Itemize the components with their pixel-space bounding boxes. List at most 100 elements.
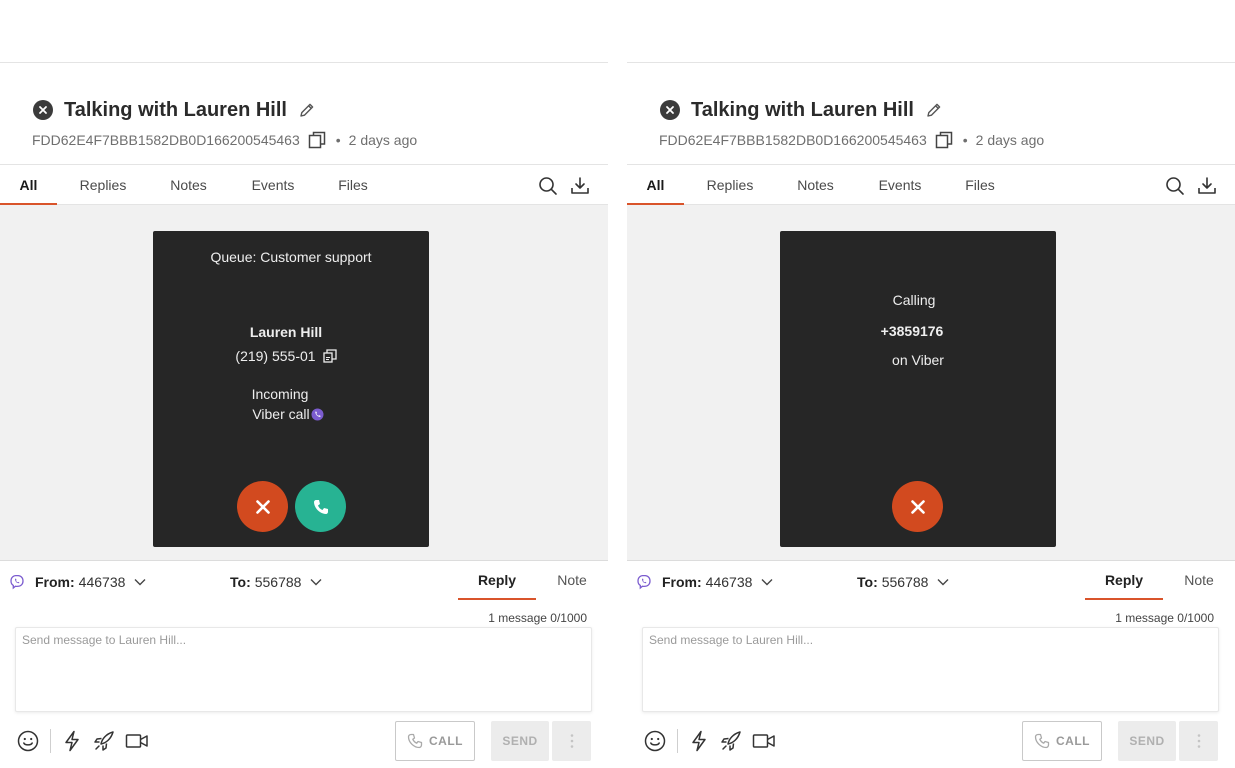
chevron-down-icon [937,578,949,586]
tab-events[interactable]: Events [870,165,930,205]
note-tab[interactable]: Note [1167,561,1231,600]
copy-icon[interactable] [935,131,953,149]
download-icon[interactable] [1197,176,1217,196]
video-icon[interactable] [751,730,777,752]
chevron-down-icon [761,578,773,586]
phone-icon [313,499,328,514]
more-options-button[interactable] [1179,721,1218,761]
search-icon[interactable] [1165,176,1185,196]
more-vertical-icon [1197,734,1200,748]
more-options-button[interactable] [552,721,591,761]
conversation-tabs: All Replies Notes Events Files [627,164,1235,205]
to-value: 556788 [881,574,929,590]
accept-call-button[interactable] [295,481,346,532]
top-bar [0,0,608,63]
pencil-icon[interactable] [298,101,316,119]
caller-phone-row: (219) 555-01 [148,348,424,364]
call-button-label: CALL [429,734,463,748]
decline-call-button[interactable] [237,481,288,532]
meta-separator: • [335,132,341,148]
caller-name: Lauren Hill [249,324,323,340]
from-label: From: [662,574,702,590]
time-ago: 2 days ago [348,132,418,148]
tab-all[interactable]: All [0,165,57,205]
send-button[interactable]: SEND [491,721,549,761]
conversation-header: Talking with Lauren Hill [33,98,316,122]
call-status: Calling [892,292,936,308]
to-selector[interactable]: To: 556788 [230,573,322,591]
callee-phone: +3859176 [880,323,944,339]
close-conversation-icon[interactable] [660,100,680,120]
end-call-button[interactable] [892,481,943,532]
message-input[interactable] [16,628,591,711]
from-selector[interactable]: From: 446738 [9,573,146,591]
from-selector[interactable]: From: 446738 [636,573,773,591]
tab-events[interactable]: Events [243,165,303,205]
download-icon[interactable] [570,176,590,196]
tab-replies[interactable]: Replies [700,165,760,205]
copy-icon[interactable] [308,131,326,149]
rocket-icon[interactable] [719,730,743,752]
copy-icon[interactable] [322,349,337,363]
composer-header: From: 446738 To: 556788 Reply Note [0,561,608,603]
x-icon [255,499,270,514]
phone-icon [1034,733,1050,749]
composer-header: From: 446738 To: 556788 Reply Note [627,561,1235,603]
to-label: To: [230,574,251,590]
emoji-icon[interactable] [16,730,40,752]
from-value: 446738 [705,574,753,590]
time-ago: 2 days ago [975,132,1045,148]
tab-notes[interactable]: Notes [788,165,843,205]
chevron-down-icon [134,578,146,586]
to-label: To: [857,574,878,590]
meta-separator: • [962,132,968,148]
toolbar-divider [50,729,51,753]
from-label: From: [35,574,75,590]
pencil-icon[interactable] [925,101,943,119]
chat-area: Queue: Customer support Lauren Hill (219… [0,205,608,561]
conversation-tabs: All Replies Notes Events Files [0,164,608,205]
chat-area: Calling +3859176 on Viber [627,205,1235,561]
viber-icon [636,574,652,590]
conversation-panel-left: Talking with Lauren Hill FDD62E4F7BBB158… [0,0,608,768]
reply-tab[interactable]: Reply [458,561,536,600]
message-input[interactable] [643,628,1218,711]
outgoing-call-card: Calling +3859176 on Viber [780,231,1056,547]
send-button[interactable]: SEND [1118,721,1176,761]
conversation-meta: FDD62E4F7BBB1582DB0D166200545463 • 2 day… [659,131,1044,149]
conversation-header: Talking with Lauren Hill [660,98,943,122]
emoji-icon[interactable] [643,730,667,752]
call-button[interactable]: CALL [395,721,475,761]
lightning-icon[interactable] [60,730,84,752]
conversation-id: FDD62E4F7BBB1582DB0D166200545463 [659,132,927,148]
search-icon[interactable] [538,176,558,196]
lightning-icon[interactable] [687,730,711,752]
reply-tab[interactable]: Reply [1085,561,1163,600]
viber-icon [9,574,25,590]
conversation-title: Talking with Lauren Hill [64,98,287,121]
call-button[interactable]: CALL [1022,721,1102,761]
panel-gutter [608,0,627,768]
to-selector[interactable]: To: 556788 [857,573,949,591]
viber-icon [311,408,324,421]
rocket-icon[interactable] [92,730,116,752]
close-conversation-icon[interactable] [33,100,53,120]
conversation-title: Talking with Lauren Hill [691,98,914,121]
tab-files[interactable]: Files [957,165,1003,205]
note-tab[interactable]: Note [540,561,604,600]
message-counter: 1 message 0/1000 [488,611,587,625]
tab-replies[interactable]: Replies [73,165,133,205]
more-vertical-icon [570,734,573,748]
from-value: 446738 [78,574,126,590]
call-status-row: Viber call [150,406,426,422]
phone-icon [407,733,423,749]
x-icon [910,499,925,514]
tab-all[interactable]: All [627,165,684,205]
video-icon[interactable] [124,730,150,752]
tab-notes[interactable]: Notes [161,165,216,205]
incoming-call-card: Queue: Customer support Lauren Hill (219… [153,231,429,547]
message-box [15,627,592,712]
top-bar [627,0,1235,63]
tab-files[interactable]: Files [330,165,376,205]
queue-label: Queue: Customer support [210,249,372,265]
